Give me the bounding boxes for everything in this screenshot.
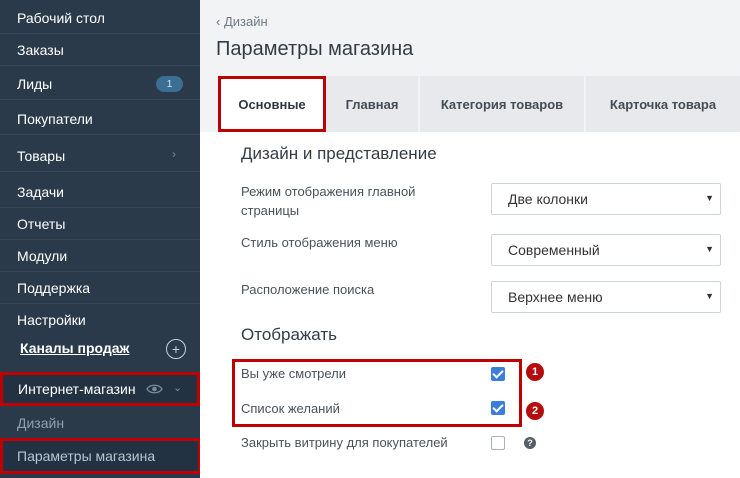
- sidebar-item-tasks[interactable]: Задачи: [0, 176, 200, 208]
- chevron-left-icon: ‹: [216, 14, 221, 29]
- sidebar-item-leads[interactable]: Лиды 1: [0, 68, 200, 100]
- menu-style-select[interactable]: Современный ▼: [491, 234, 721, 266]
- tab-category[interactable]: Категория товаров: [420, 76, 584, 132]
- sidebar-item-label: Интернет-магазин: [18, 381, 136, 397]
- sidebar-item-label: Покупатели: [17, 110, 93, 127]
- option-label-close-storefront: Закрыть витрину для покупателей: [241, 435, 448, 450]
- leads-count-badge: 1: [156, 76, 183, 92]
- select-value: Верхнее меню: [508, 289, 603, 305]
- field-label-home-mode: Режим отображения главной страницы: [241, 184, 416, 218]
- sidebar-item-label: Заказы: [17, 41, 64, 58]
- search-position-select[interactable]: Верхнее меню ▼: [491, 281, 721, 313]
- sidebar-item-customers[interactable]: Покупатели: [0, 103, 200, 135]
- annotation-marker-1: 1: [526, 363, 544, 381]
- page-title: Параметры магазина: [216, 38, 414, 60]
- sidebar-item-dashboard[interactable]: Рабочий стол: [0, 2, 200, 34]
- sidebar-item-settings[interactable]: Настройки: [0, 304, 200, 336]
- breadcrumb[interactable]: ‹ Дизайн: [216, 14, 268, 29]
- sidebar-subitem-design[interactable]: Дизайн: [17, 415, 64, 431]
- tab-label: Основные: [238, 96, 306, 112]
- breadcrumb-link[interactable]: Дизайн: [224, 14, 268, 29]
- sidebar-item-label: Отчеты: [17, 215, 66, 232]
- sidebar-item-reports[interactable]: Отчеты: [0, 208, 200, 240]
- tab-main-settings[interactable]: Основные: [218, 76, 326, 132]
- eye-icon[interactable]: [146, 382, 163, 396]
- sidebar-item-label: Рабочий стол: [17, 9, 105, 26]
- chevron-down-icon[interactable]: ⌄: [173, 381, 182, 394]
- sidebar-item-label: Настройки: [17, 312, 86, 328]
- field-label-menu-style: Стиль отображения меню: [241, 235, 398, 250]
- tab-label: Карточка товара: [609, 96, 717, 112]
- help-icon[interactable]: ?: [524, 437, 536, 449]
- sidebar-item-online-store[interactable]: Интернет-магазин ⌄: [0, 372, 200, 406]
- sidebar-item-label: Параметры магазина: [17, 448, 156, 464]
- select-value: Современный: [508, 242, 600, 258]
- tab-label: Главная: [345, 96, 399, 112]
- sidebar: Рабочий стол Заказы Лиды 1 Покупатели Тов…: [0, 0, 201, 478]
- home-mode-select[interactable]: Две колонки ▼: [491, 183, 721, 215]
- sidebar-item-label: Модули: [17, 247, 68, 264]
- sales-channels-link[interactable]: Каналы продаж: [20, 340, 129, 356]
- tab-product-card[interactable]: Карточка товара: [586, 76, 740, 132]
- chevron-right-icon: ›: [172, 147, 176, 161]
- page-header: ‹ Дизайн Параметры магазина Основные Гла…: [200, 0, 740, 132]
- sidebar-item-products[interactable]: Товары ›: [0, 140, 200, 172]
- caret-down-icon: ▼: [705, 193, 714, 203]
- sidebar-subitem-store-params[interactable]: Параметры магазина: [0, 438, 201, 474]
- section-title-design: Дизайн и представление: [241, 144, 437, 163]
- sidebar-item-modules[interactable]: Модули: [0, 240, 200, 272]
- sidebar-item-support[interactable]: Поддержка: [0, 272, 200, 304]
- caret-down-icon: ▼: [705, 291, 714, 301]
- annotation-marker-2: 2: [526, 402, 544, 420]
- sidebar-item-label: Задачи: [17, 183, 65, 200]
- highlight-frame: [232, 359, 522, 427]
- select-value: Две колонки: [508, 191, 588, 207]
- caret-down-icon: ▼: [705, 244, 714, 254]
- tab-label: Категория товаров: [440, 96, 564, 112]
- add-channel-icon[interactable]: +: [166, 339, 186, 359]
- sidebar-item-orders[interactable]: Заказы: [0, 34, 200, 66]
- tabs: Основные Главная Категория товаров Карто…: [214, 76, 740, 132]
- section-title-display: Отображать: [241, 325, 338, 344]
- sidebar-item-label: Товары: [17, 147, 66, 164]
- field-label-search-position: Расположение поиска: [241, 282, 375, 297]
- tab-home[interactable]: Главная: [326, 76, 418, 132]
- close-storefront-checkbox[interactable]: [491, 436, 505, 450]
- sidebar-item-label: Лиды: [17, 75, 53, 92]
- sidebar-item-label: Поддержка: [17, 279, 91, 296]
